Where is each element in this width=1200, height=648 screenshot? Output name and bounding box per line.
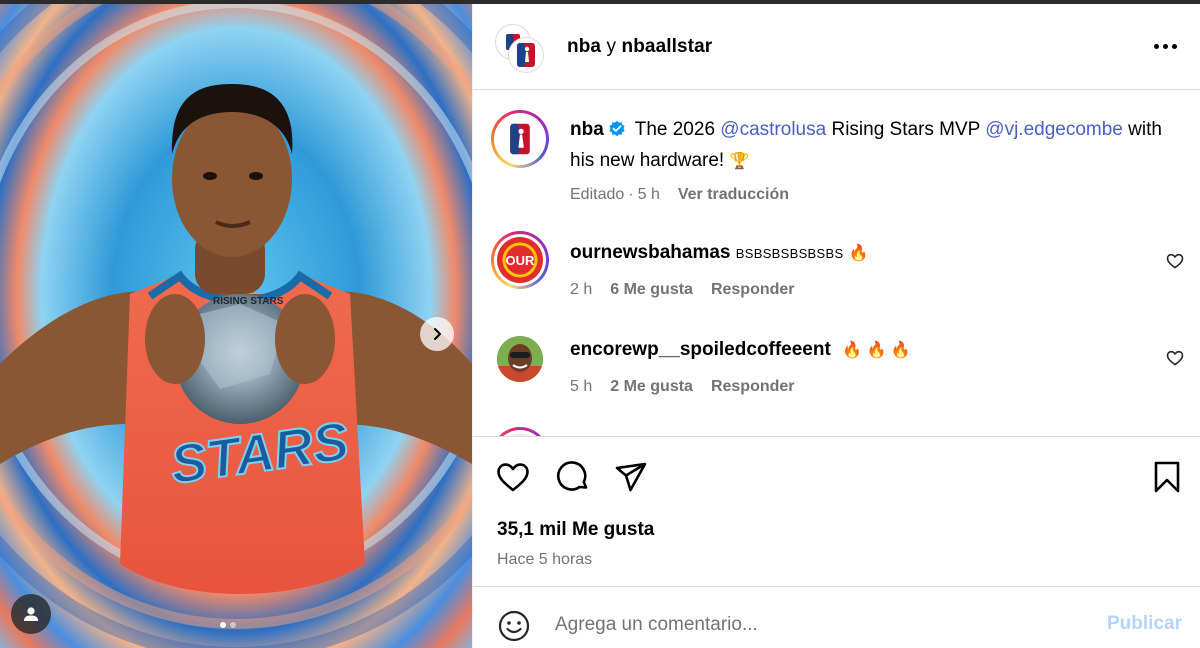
comment-text: BSBSBSBSBSBS [735, 246, 844, 261]
post-media[interactable]: STARS RISING STARS [0, 4, 472, 648]
comment-meta: 2 h 6 Me gusta Responder [570, 281, 795, 299]
comment-avatar-partial[interactable] [491, 427, 549, 436]
avatar-nba[interactable] [509, 38, 543, 72]
comment-input[interactable] [555, 607, 1075, 643]
verified-icon [608, 119, 626, 147]
trophy-emoji: 🏆 [729, 153, 750, 170]
carousel-dot [230, 622, 236, 628]
post-header: nba y nbaallstar [473, 4, 1200, 90]
comment-time[interactable]: 2 h [570, 281, 592, 299]
comment-time[interactable]: 5 h [570, 378, 592, 396]
comment-username[interactable]: encorewp__spoiledcoffeeent [570, 339, 831, 360]
caption: nba The 2026 @castrolusa Rising Stars MV… [570, 116, 1170, 176]
publish-button[interactable]: Publicar [1107, 613, 1182, 635]
user-tag-icon [24, 607, 38, 621]
avatar-logo-text: OUR [506, 253, 536, 268]
like-comment-heart-icon[interactable] [1165, 251, 1185, 271]
authors-joiner: y [606, 36, 617, 57]
chevron-right-icon [434, 328, 441, 340]
comment-likes[interactable]: 6 Me gusta [610, 281, 693, 299]
comment-username[interactable]: ournewsbahamas [570, 242, 731, 263]
edited-label: Editado [570, 186, 625, 203]
comment-likes[interactable]: 2 Me gusta [610, 378, 693, 396]
cartoon-avatar-icon [497, 336, 543, 382]
comment-meta: 5 h 2 Me gusta Responder [570, 378, 795, 396]
caption-avatar[interactable] [491, 110, 549, 168]
reply-button[interactable]: Responder [711, 281, 795, 299]
comment-avatar[interactable] [497, 336, 543, 382]
comments-section[interactable]: nba The 2026 @castrolusa Rising Stars MV… [473, 90, 1200, 436]
collab-avatars[interactable] [495, 24, 543, 72]
author-nbaallstar-link[interactable]: nbaallstar [621, 36, 712, 57]
caption-text-2: Rising Stars MVP [831, 119, 980, 140]
nba-logo-icon [510, 123, 530, 155]
meta-separator: · [628, 186, 634, 203]
comment-icon[interactable] [555, 459, 591, 495]
share-icon[interactable] [613, 459, 649, 495]
ournewsbahamas-logo-icon: OUR [498, 238, 542, 282]
nba-logo-icon [517, 43, 535, 67]
caption-time[interactable]: 5 h [638, 186, 660, 204]
tagged-users-button[interactable] [11, 594, 51, 634]
post-time[interactable]: Hace 5 horas [497, 551, 592, 569]
caption-text-1: The 2026 [634, 119, 716, 140]
carousel-dot-active [220, 622, 226, 628]
more-icon-dot [1153, 43, 1159, 49]
comment-body: encorewp__spoiledcoffeeent 🔥 🔥 🔥 [570, 337, 911, 364]
mention-vj-edgecombe[interactable]: @vj.edgecombe [985, 119, 1123, 140]
see-translation-button[interactable]: Ver traducción [678, 186, 789, 204]
fire-emojis: 🔥 🔥 🔥 [842, 342, 911, 359]
comment-body: ournewsbahamas BSBSBSBSBSBS 🔥 [570, 240, 869, 267]
comment-avatar[interactable]: OUR [491, 231, 549, 289]
carousel-dots [220, 622, 236, 628]
ball-text: RISING STARS [213, 296, 284, 307]
author-nba-link[interactable]: nba [567, 36, 601, 57]
carousel-next-button[interactable] [420, 317, 454, 351]
more-icon-dot [1162, 43, 1168, 49]
mention-castrolusa[interactable]: @castrolusa [720, 119, 826, 140]
add-comment-bar: Publicar [473, 586, 1200, 648]
more-icon-dot [1171, 43, 1177, 49]
post-actions: 35,1 mil Me gusta Hace 5 horas [473, 436, 1200, 586]
emoji-icon[interactable] [497, 609, 531, 643]
likes-count[interactable]: 35,1 mil Me gusta [497, 519, 654, 541]
bookmark-icon[interactable] [1149, 459, 1185, 495]
caption-username[interactable]: nba [570, 119, 604, 140]
like-heart-icon[interactable] [495, 459, 531, 495]
reply-button[interactable]: Responder [711, 378, 795, 396]
more-options-button[interactable] [1149, 34, 1181, 58]
post-authors: nba y nbaallstar [567, 36, 712, 58]
post-details-panel: nba y nbaallstar nba The 2026 @castrolus… [472, 4, 1200, 648]
fire-emoji: 🔥 [848, 245, 869, 262]
like-comment-heart-icon[interactable] [1165, 348, 1185, 368]
caption-meta: Editado · 5 h Ver traducción [570, 186, 789, 204]
post-photo: STARS RISING STARS [0, 4, 472, 648]
